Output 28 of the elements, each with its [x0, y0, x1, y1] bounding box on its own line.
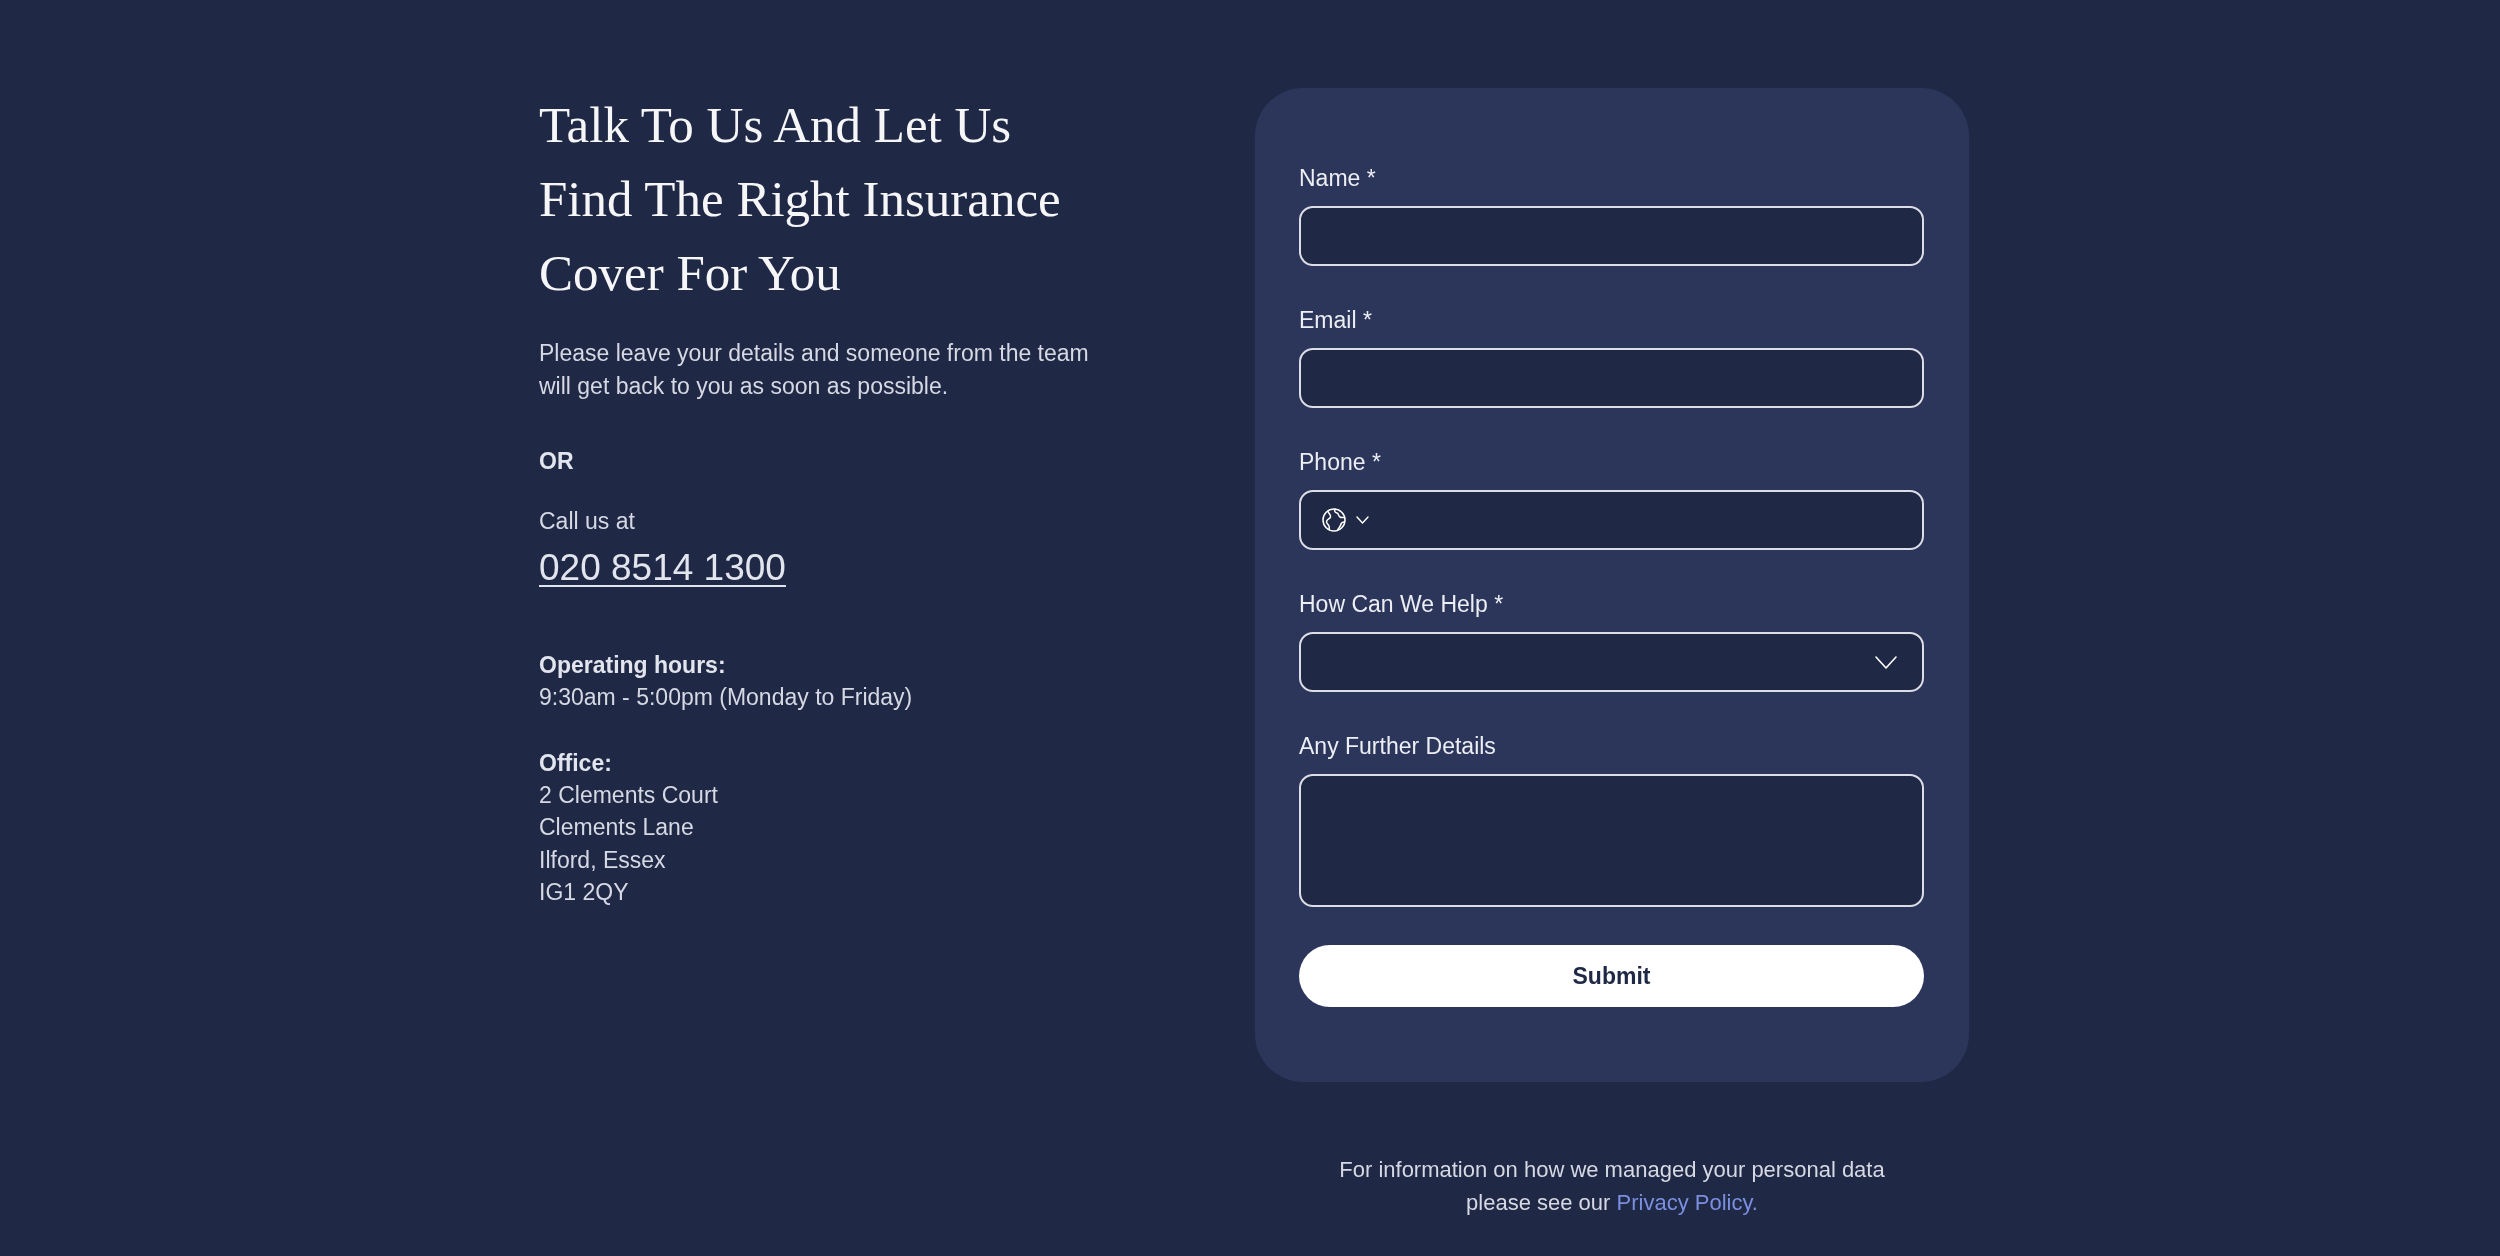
phone-input[interactable] — [1299, 490, 1924, 550]
textarea-field[interactable] — [1299, 774, 1924, 907]
chevron-down-icon[interactable] — [1356, 516, 1369, 524]
field-label: Any Further Details — [1299, 732, 1496, 761]
dropdown-field[interactable] — [1299, 632, 1924, 692]
intro-text: Please leave your details and someone from the team will get back to you as soon as possible. — [539, 339, 1090, 401]
info-text: Ilford, Essex — [539, 845, 666, 875]
chevron-down-icon[interactable] — [1875, 655, 1897, 669]
globe-icon[interactable] — [1322, 508, 1346, 532]
info-heading: Office: — [539, 748, 612, 778]
field-label: How Can We Help * — [1299, 590, 1504, 619]
call-label: Call us at — [539, 507, 635, 536]
info-text: IG1 2QY — [539, 878, 629, 907]
field-label: Phone * — [1299, 448, 1381, 477]
or-label: OR — [539, 447, 574, 476]
privacy-policy-link[interactable]: Privacy Policy. — [1616, 1190, 1758, 1215]
field-label: Email * — [1299, 306, 1372, 335]
info-text: Clements Lane — [539, 813, 694, 842]
privacy-note: For information on how we managed your personal data please see our Privacy Policy. — [1338, 1156, 1886, 1217]
field-label: Name * — [1299, 164, 1376, 193]
info-text: 2 Clements Court — [539, 780, 718, 810]
info-heading: Operating hours: — [539, 651, 726, 680]
info-text: 9:30am - 5:00pm (Monday to Friday) — [539, 683, 913, 712]
submit-button[interactable]: Submit — [1299, 945, 1924, 1007]
page-heading: Talk To Us And Let Us Find The Right Insurance Cover For You — [539, 96, 1062, 303]
text-input[interactable] — [1299, 348, 1924, 408]
text-input[interactable] — [1299, 206, 1924, 266]
phone-number-link[interactable]: 020 8514 1300 — [539, 546, 786, 590]
